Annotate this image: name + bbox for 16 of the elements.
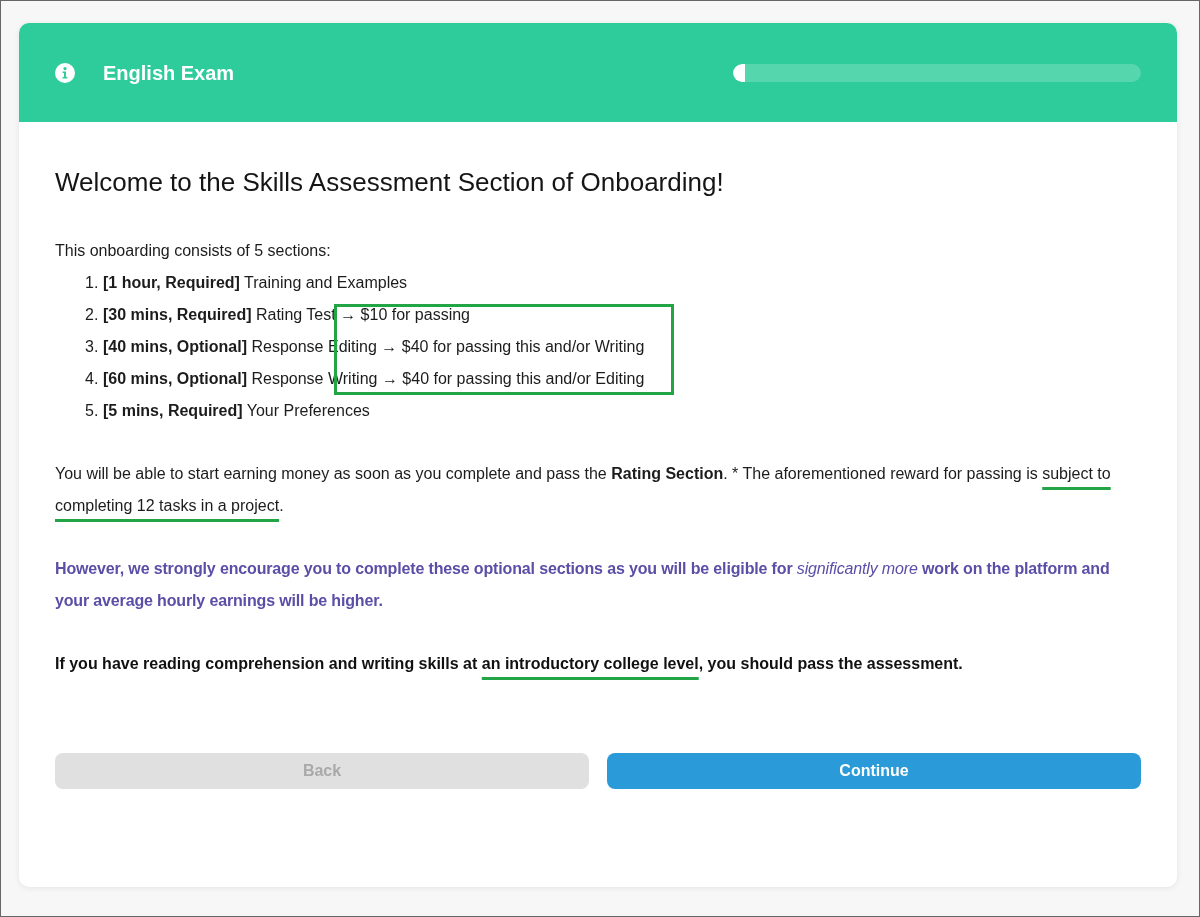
paragraph-text: You will be able to start earning money as soon as you complete and pass the Rating Section. * The aforementioned reward for passing is subject to completing 12 tasks in a project.: [55, 464, 1112, 516]
exam-title: English Exam: [103, 60, 235, 86]
item-number: 4.: [85, 369, 100, 389]
section-item-text: [1 hour, Required] Training and Examples: [103, 273, 408, 293]
paragraph-text: However, we strongly encourage you to complete these optional sections as you will be eligible for significantly more work on the platform and your average hourly earnings will be higher.: [55, 559, 1111, 611]
action-button[interactable]: Continue: [607, 753, 1141, 789]
page-heading: Welcome to the Skills Assessment Section of Onboarding!: [55, 166, 725, 198]
item-number: 1.: [85, 273, 100, 293]
section-item-text: [30 mins, Required] Rating Test → $10 for passing: [103, 305, 470, 325]
item-number: 5.: [85, 401, 100, 421]
section-item-text: [5 mins, Required] Your Preferences: [103, 401, 370, 421]
paragraph-text: If you have reading comprehension and writing skills at an introductory college level, you should pass the assessment.: [55, 654, 964, 674]
item-number: 3.: [85, 337, 100, 357]
info-icon: [55, 62, 75, 83]
item-number: 2.: [85, 305, 100, 325]
intro-text: This onboarding consists of 5 sections:: [55, 241, 332, 261]
